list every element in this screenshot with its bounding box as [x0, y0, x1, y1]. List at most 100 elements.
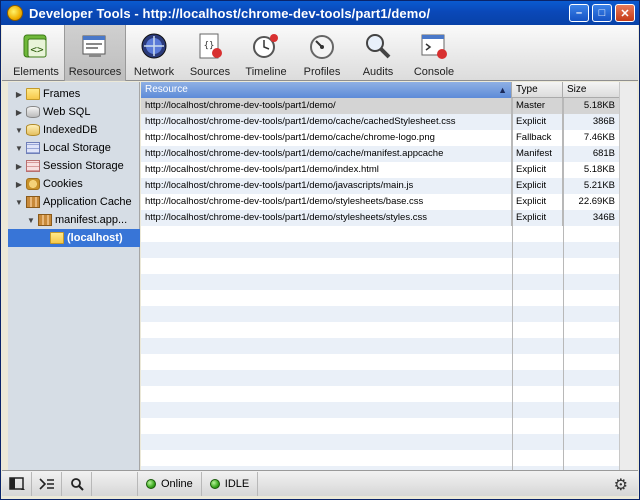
column-label: Resource	[145, 84, 188, 95]
sidebar-item-application-cache[interactable]: ▼ Application Cache	[8, 193, 140, 211]
resource-cell: http://localhost/chrome-dev-tools/part1/…	[141, 178, 512, 194]
tab-console[interactable]: Console	[406, 25, 462, 81]
status-spacer	[92, 471, 138, 496]
tab-label: Audits	[362, 66, 394, 78]
table-row[interactable]: http://localhost/chrome-dev-tools/part1/…	[141, 178, 619, 194]
sidebar-item-cookies[interactable]: ▶ Cookies	[8, 175, 140, 193]
storage-grid-icon	[26, 142, 40, 154]
sidebar-item-label: Frames	[43, 88, 81, 100]
table-row[interactable]: http://localhost/chrome-dev-tools/part1/…	[141, 130, 619, 146]
expand-arrow-icon[interactable]: ▶	[14, 180, 24, 189]
resource-cell: http://localhost/chrome-dev-tools/part1/…	[141, 146, 512, 162]
tab-elements[interactable]: <> Elements	[8, 25, 64, 81]
tab-audits[interactable]: Audits	[350, 25, 406, 81]
table-row[interactable]: http://localhost/chrome-dev-tools/part1/…	[141, 162, 619, 178]
column-header-type[interactable]: Type	[512, 82, 563, 98]
gear-icon[interactable]: ⚙	[614, 475, 628, 495]
minimize-icon[interactable]: –	[569, 4, 589, 22]
idle-status: IDLE	[202, 471, 259, 496]
collapse-arrow-icon[interactable]: ▼	[14, 126, 24, 135]
column-label: Type	[516, 84, 538, 95]
online-status: Online	[138, 471, 202, 496]
database-icon	[26, 106, 40, 118]
type-cell: Explicit	[512, 210, 563, 226]
sidebar-item-label: Application Cache	[43, 196, 132, 208]
table-row[interactable]: http://localhost/chrome-dev-tools/part1/…	[141, 194, 619, 210]
folder-icon	[26, 88, 40, 100]
grid-scroll-gutter	[619, 82, 637, 470]
tab-label: Elements	[13, 66, 59, 78]
sort-ascending-icon: ▲	[498, 85, 507, 95]
type-cell: Manifest	[512, 146, 563, 162]
dock-toggle-button[interactable]	[2, 471, 32, 496]
search-icon	[70, 477, 84, 491]
expand-arrow-icon[interactable]: ▶	[14, 162, 24, 171]
window-title: Developer Tools - http://localhost/chrom…	[29, 5, 431, 21]
type-cell: Explicit	[512, 114, 563, 130]
sidebar-item-label: IndexedDB	[43, 124, 98, 136]
grid-body: http://localhost/chrome-dev-tools/part1/…	[141, 98, 619, 470]
tab-profiles[interactable]: Profiles	[294, 25, 350, 81]
resources-sidebar: ▶ Frames ▶ Web SQL ▼ IndexedDB ▼ Local S…	[8, 82, 140, 470]
tab-network[interactable]: Network	[126, 25, 182, 81]
devtools-window: Developer Tools - http://localhost/chrom…	[0, 0, 640, 500]
sidebar-item-manifest[interactable]: ▼ manifest.app...	[8, 211, 140, 229]
table-row[interactable]: http://localhost/chrome-dev-tools/part1/…	[141, 210, 619, 226]
resource-cell: http://localhost/chrome-dev-tools/part1/…	[141, 210, 512, 226]
column-header-resource[interactable]: Resource ▲	[141, 82, 512, 98]
tab-sources[interactable]: {} Sources	[182, 25, 238, 81]
column-header-size[interactable]: Size	[563, 82, 619, 98]
sidebar-item-localhost[interactable]: (localhost)	[8, 229, 140, 247]
size-cell: 22.69KB	[578, 196, 615, 207]
title-bar[interactable]: Developer Tools - http://localhost/chrom…	[1, 1, 639, 25]
console-drawer-button[interactable]	[32, 471, 62, 496]
tab-timeline[interactable]: Timeline	[238, 25, 294, 81]
console-icon	[419, 31, 449, 61]
search-button[interactable]	[62, 471, 92, 496]
appcache-icon	[38, 214, 52, 226]
resources-icon	[80, 31, 110, 61]
status-bar: Online IDLE ⚙	[2, 470, 638, 496]
close-icon[interactable]: ✕	[615, 4, 635, 22]
size-cell: 681B	[592, 148, 615, 159]
svg-text:<>: <>	[30, 43, 44, 56]
type-cell: Master	[512, 98, 563, 114]
type-cell: Explicit	[512, 194, 563, 210]
type-cell: Explicit	[512, 178, 563, 194]
sidebar-item-session-storage[interactable]: ▶ Session Storage	[8, 157, 140, 175]
tab-resources[interactable]: Resources	[64, 25, 126, 81]
sidebar-item-label: Local Storage	[43, 142, 111, 154]
resource-cell: http://localhost/chrome-dev-tools/part1/…	[141, 162, 512, 178]
tab-label: Resources	[68, 66, 122, 78]
sidebar-item-web-sql[interactable]: ▶ Web SQL	[8, 103, 140, 121]
sidebar-item-frames[interactable]: ▶ Frames	[8, 85, 140, 103]
expand-arrow-icon[interactable]: ▶	[14, 90, 24, 99]
sidebar-item-indexeddb[interactable]: ▼ IndexedDB	[8, 121, 140, 139]
collapse-arrow-icon[interactable]: ▼	[14, 144, 24, 153]
status-ok-icon	[146, 478, 156, 489]
maximize-icon[interactable]: □	[592, 4, 612, 22]
size-cell: 5.18KB	[583, 164, 615, 175]
grid-header: Resource ▲ Type Size	[141, 82, 619, 98]
expand-arrow-icon[interactable]: ▶	[14, 108, 24, 117]
table-row[interactable]: http://localhost/chrome-dev-tools/part1/…	[141, 98, 619, 114]
column-divider[interactable]	[563, 98, 564, 470]
resource-cell: http://localhost/chrome-dev-tools/part1/…	[141, 194, 512, 210]
type-cell: Explicit	[512, 162, 563, 178]
collapse-arrow-icon[interactable]: ▼	[14, 198, 24, 207]
collapse-arrow-icon[interactable]: ▼	[26, 216, 36, 225]
tab-label: Console	[413, 66, 455, 78]
sidebar-item-local-storage[interactable]: ▼ Local Storage	[8, 139, 140, 157]
table-row[interactable]: http://localhost/chrome-dev-tools/part1/…	[141, 114, 619, 130]
folder-icon	[50, 232, 64, 244]
console-prompt-icon	[38, 477, 54, 490]
idle-label: IDLE	[224, 477, 250, 490]
online-label: Online	[161, 477, 193, 490]
column-label: Size	[567, 84, 587, 95]
network-icon	[139, 31, 169, 61]
window-controls: – □ ✕	[569, 4, 635, 22]
dock-icon	[8, 476, 25, 490]
column-divider[interactable]	[512, 98, 513, 470]
table-row[interactable]: http://localhost/chrome-dev-tools/part1/…	[141, 146, 619, 162]
status-ok-icon	[209, 478, 220, 489]
